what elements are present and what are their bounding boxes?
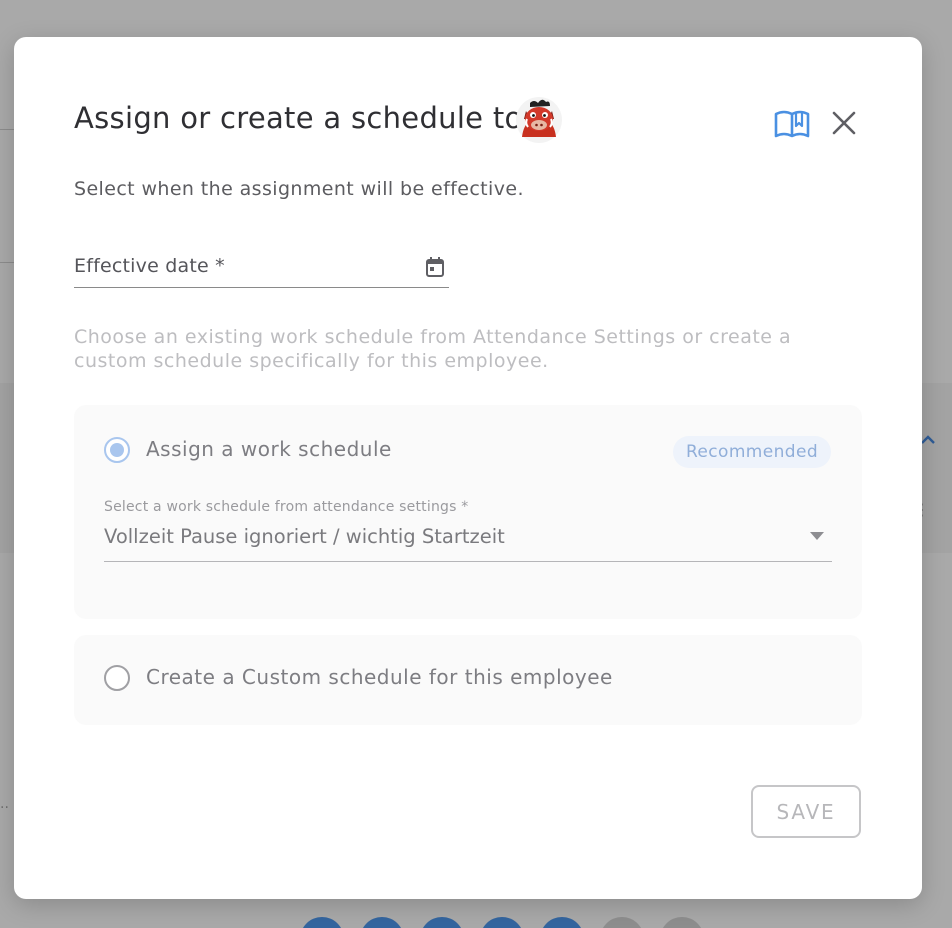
background-avatar	[540, 917, 584, 928]
effective-date-label: Effective date *	[74, 255, 225, 277]
schedule-helper-text: Choose an existing work schedule from At…	[74, 326, 792, 372]
assign-schedule-radio[interactable]	[104, 437, 130, 463]
background-divider	[0, 262, 14, 263]
custom-schedule-option-card[interactable]: Create a Custom schedule for this employ…	[74, 635, 862, 725]
boar-avatar-icon	[516, 97, 562, 143]
assign-schedule-label[interactable]: Assign a work schedule	[146, 437, 392, 461]
work-schedule-select-label: Select a work schedule from attendance s…	[104, 499, 469, 515]
background-avatar	[420, 917, 464, 928]
background-divider	[0, 129, 14, 130]
effective-date-field[interactable]: Effective date *	[74, 251, 449, 288]
caret-down-icon[interactable]	[810, 532, 824, 540]
save-button[interactable]: SAVE	[751, 785, 861, 838]
work-schedule-select[interactable]: Select a work schedule from attendance s…	[104, 499, 832, 562]
background-avatar	[600, 917, 644, 928]
recommended-badge: Recommended	[673, 436, 831, 468]
ellipsis-icon: ··	[0, 800, 9, 816]
dialog-title: Assign or create a schedule to	[74, 101, 523, 135]
background-avatar	[360, 917, 404, 928]
background-avatar	[300, 917, 344, 928]
custom-schedule-label[interactable]: Create a Custom schedule for this employ…	[146, 665, 613, 689]
work-schedule-select-value[interactable]: Vollzeit Pause ignoriert / wichtig Start…	[104, 525, 505, 548]
background-avatar	[660, 917, 704, 928]
background-avatar	[480, 917, 524, 928]
custom-schedule-radio[interactable]	[104, 665, 130, 691]
assign-schedule-option-card[interactable]: Assign a work schedule Recommended Selec…	[74, 405, 862, 619]
calendar-icon[interactable]	[425, 256, 445, 278]
dialog-subtitle: Select when the assignment will be effec…	[74, 178, 524, 200]
book-open-icon[interactable]	[774, 109, 810, 139]
close-icon[interactable]	[830, 109, 858, 137]
assign-schedule-dialog: Assign or create a schedule to Select wh…	[14, 37, 922, 899]
